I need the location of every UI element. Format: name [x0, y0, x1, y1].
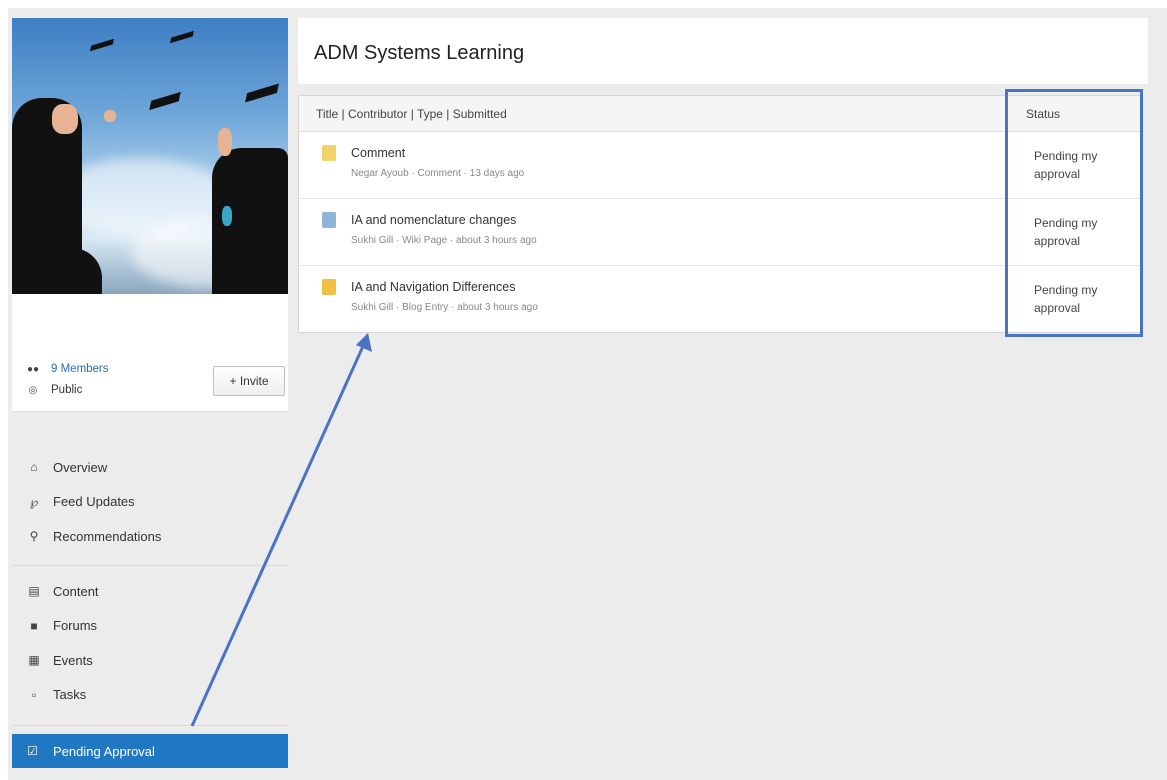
annotation-arrow — [190, 333, 372, 727]
